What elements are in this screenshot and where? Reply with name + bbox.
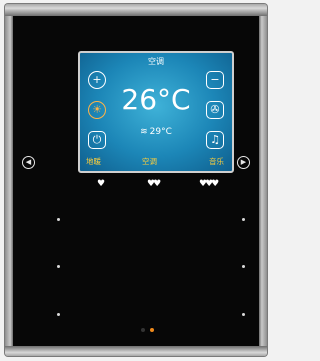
sensor-indicator [141,328,145,332]
glass-panel: 空调 + ☀ ⏻ − ✇ ♫ 26°C ≋ 29°C 地暖 空调 音乐 ◀ ▶ … [13,16,259,346]
scene-one-heart-icon[interactable]: ♥ [97,179,105,189]
touch-key-left-2[interactable] [57,265,60,268]
room-temperature: 29°C [149,127,172,137]
smart-panel-device: 空调 + ☀ ⏻ − ✇ ♫ 26°C ≋ 29°C 地暖 空调 音乐 ◀ ▶ … [5,4,267,356]
air-conditioner-tab[interactable]: 空调 [142,156,157,167]
scene-three-heart-icon[interactable]: ♥♥♥ [199,179,219,189]
set-temperature: 26°C [121,83,191,116]
touch-key-right-2[interactable] [242,265,245,268]
panel-frame-bottom [5,346,267,356]
touch-key-left-1[interactable] [57,218,60,221]
touch-key-left-3[interactable] [57,313,60,316]
room-temperature-row: ≋ 29°C [80,127,232,137]
mode-title: 空调 [148,57,164,66]
scene-two-heart-icon[interactable]: ♥♥ [147,179,161,189]
lcd-screen: 空调 + ☀ ⏻ − ✇ ♫ 26°C ≋ 29°C 地暖 空调 音乐 [78,51,234,173]
status-led-indicator [150,328,154,332]
thermometer-wave-icon: ≋ [140,127,148,137]
panel-frame-top [5,4,267,16]
touch-key-right-1[interactable] [242,218,245,221]
floor-heating-tab[interactable]: 地暖 [86,156,101,167]
music-tab[interactable]: 音乐 [209,156,224,167]
next-arrow-icon[interactable]: ▶ [237,156,250,169]
previous-arrow-icon[interactable]: ◀ [22,156,35,169]
touch-key-right-3[interactable] [242,313,245,316]
